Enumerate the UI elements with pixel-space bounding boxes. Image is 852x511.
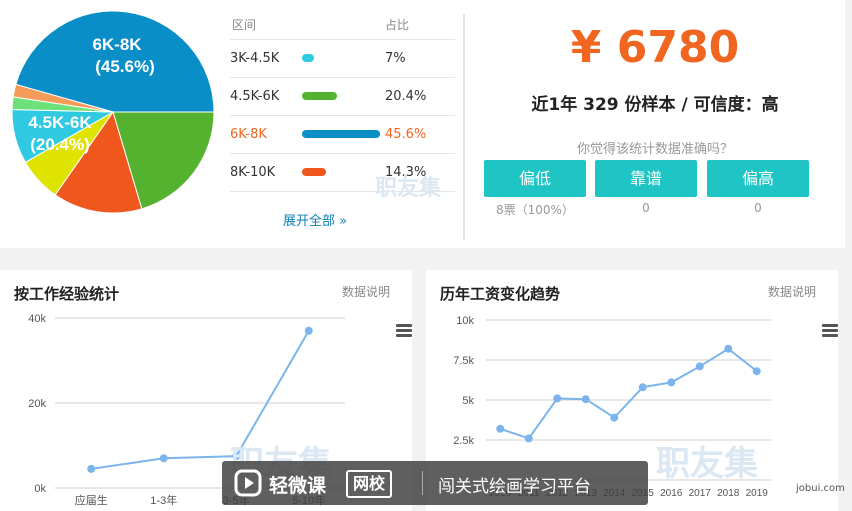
data-point[interactable] <box>304 326 313 335</box>
distribution-pie-chart: 6K-8K (45.6%) 4.5K-6K (20.4%) <box>11 10 215 214</box>
vote-high-button[interactable]: 偏高 <box>707 160 809 197</box>
vote-accurate-button[interactable]: 靠谱 <box>595 160 697 197</box>
share-bar <box>302 168 327 176</box>
experience-chart-title: 按工作经验统计 <box>14 285 120 303</box>
range-label: 8K-10K <box>230 165 276 180</box>
banner-divider <box>422 471 423 495</box>
y-tick-label: 10k <box>456 315 474 327</box>
site-credit: jobui.com <box>796 483 845 494</box>
data-point[interactable] <box>159 454 168 463</box>
y-tick-label: 20k <box>28 398 46 410</box>
data-point[interactable] <box>610 413 619 422</box>
table-header-range: 区间 <box>232 18 257 32</box>
play-logo-icon <box>234 469 262 497</box>
data-point[interactable] <box>553 394 562 403</box>
vote-accurate-count: 0 <box>642 201 650 215</box>
table-row: 6K-8K 45.6% <box>230 116 455 154</box>
vote-low-count: 8票（100%） <box>496 203 574 217</box>
y-tick-label: 5k <box>462 395 474 407</box>
pie-label-4-5k-6k: 4.5K-6K <box>28 113 92 132</box>
share-bar <box>302 130 380 138</box>
data-point[interactable] <box>695 362 704 371</box>
x-tick-label: 应届生 <box>75 493 108 507</box>
x-tick-label: 1-3年 <box>150 493 177 507</box>
y-tick-label: 0k <box>34 483 46 495</box>
data-point[interactable] <box>496 424 505 433</box>
sample-info: 近1年 329 份样本 / 可信度：高 <box>531 95 779 115</box>
pie-label-6k-8k-pct: (45.6%) <box>95 57 155 76</box>
table-row: 3K-4.5K 7% <box>230 40 455 78</box>
share-value: 7% <box>385 51 406 66</box>
x-tick-label: 2018 <box>717 488 740 499</box>
promo-banner[interactable]: 轻微课 网校 闯关式绘画学习平台 <box>222 461 648 505</box>
average-salary: ¥ 6780 <box>570 22 740 73</box>
range-label: 4.5K-6K <box>230 89 280 104</box>
chart-menu-icon[interactable] <box>822 324 838 338</box>
salary-distribution-panel: 6K-8K (45.6%) 4.5K-6K (20.4%) 区间 占比 3K-4… <box>0 0 845 248</box>
watermark: 职友集 <box>375 176 442 201</box>
watermark: 职友集 <box>656 444 758 484</box>
data-point[interactable] <box>87 464 96 473</box>
chart-menu-icon[interactable] <box>396 324 412 338</box>
table-row: 4.5K-6K 20.4% <box>230 78 455 116</box>
share-bar <box>302 92 337 100</box>
share-value: 20.4% <box>385 89 427 104</box>
x-tick-label: 2017 <box>689 488 712 499</box>
table-header-share: 占比 <box>385 18 410 32</box>
y-tick-label: 2.5k <box>453 435 474 447</box>
data-point[interactable] <box>581 395 590 404</box>
data-point[interactable] <box>667 378 676 387</box>
history-data-note-link[interactable]: 数据说明 <box>768 283 816 300</box>
expand-all-link[interactable]: 展开全部 » <box>283 210 347 229</box>
data-point[interactable] <box>638 383 647 392</box>
vote-low-button[interactable]: 偏低 <box>484 160 586 197</box>
banner-tag: 网校 <box>346 470 393 498</box>
history-chart-title: 历年工资变化趋势 <box>440 285 561 303</box>
data-point[interactable] <box>724 344 733 353</box>
range-label: 6K-8K <box>230 127 267 142</box>
range-label: 3K-4.5K <box>230 51 280 66</box>
y-tick-label: 7.5k <box>453 355 474 367</box>
share-bar <box>302 54 314 62</box>
y-tick-label: 40k <box>28 313 46 325</box>
x-tick-label: 2016 <box>660 488 683 499</box>
pie-label-4-5k-6k-pct: (20.4%) <box>30 135 90 154</box>
series-line <box>499 347 758 440</box>
experience-data-note-link[interactable]: 数据说明 <box>342 283 390 300</box>
share-value: 45.6% <box>385 127 427 142</box>
x-tick-label: 2019 <box>746 488 769 499</box>
banner-slogan: 闯关式绘画学习平台 <box>438 477 591 497</box>
accuracy-question: 你觉得该统计数据准确吗？ <box>576 142 733 157</box>
data-point[interactable] <box>752 367 761 376</box>
banner-brand: 轻微课 <box>269 475 327 497</box>
data-point[interactable] <box>524 434 533 443</box>
pie-label-6k-8k: 6K-8K <box>92 35 142 54</box>
vote-high-count: 0 <box>754 201 762 215</box>
